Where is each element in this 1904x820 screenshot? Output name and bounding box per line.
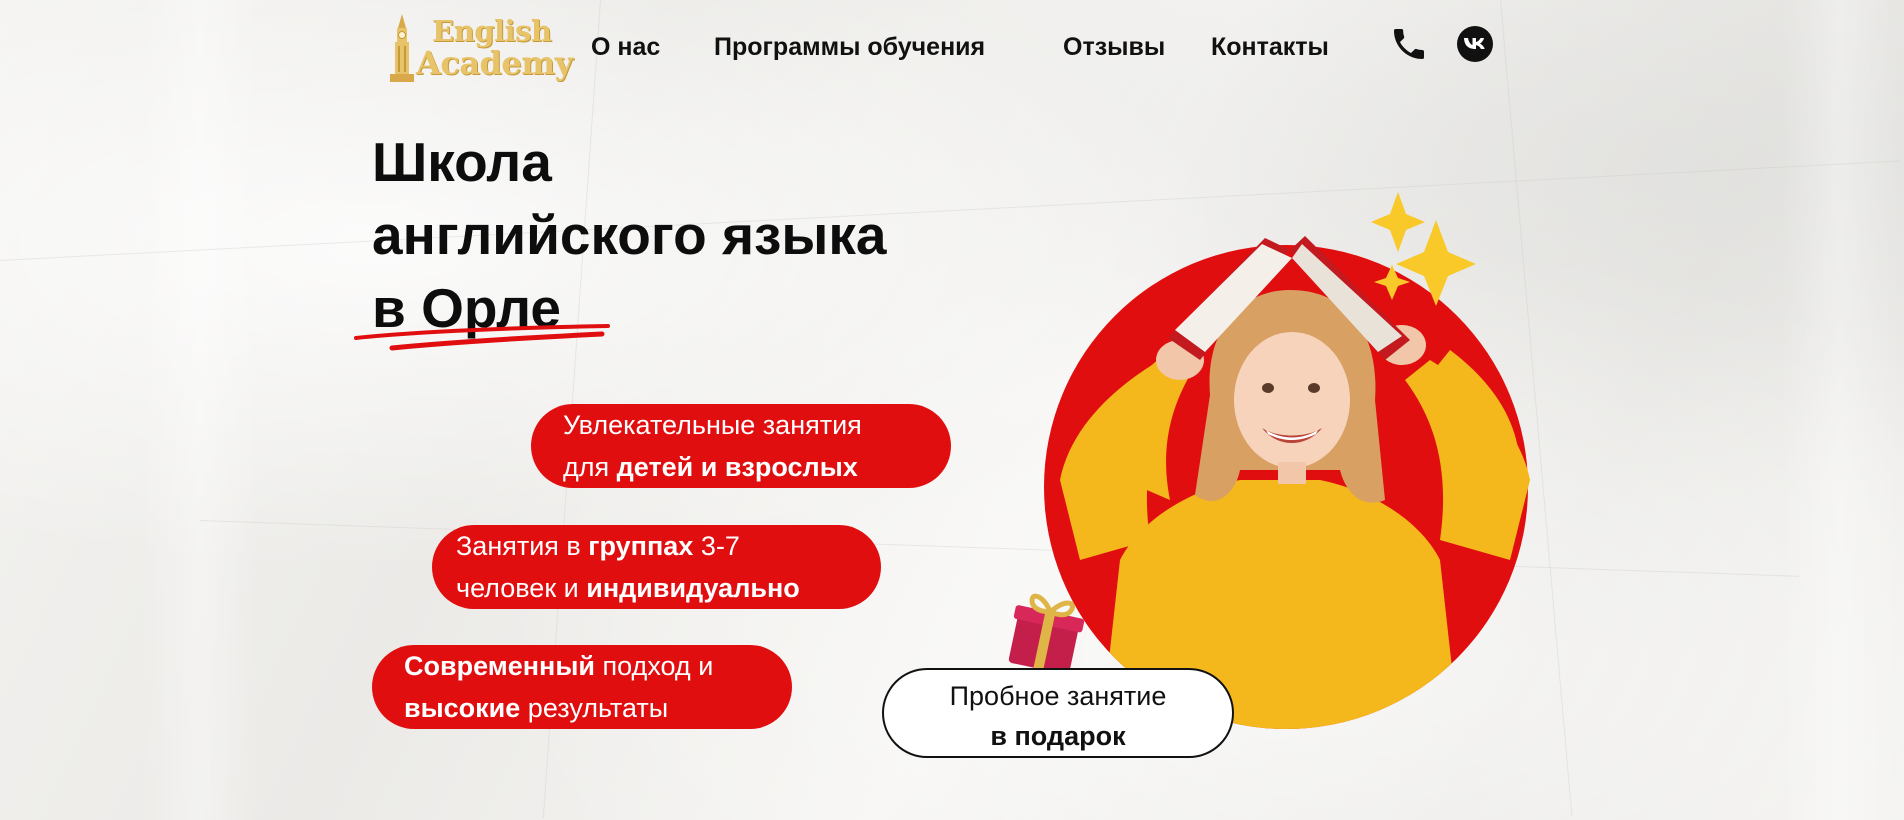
main-nav: О нас Программы обучения Отзывы Контакты xyxy=(0,30,1904,64)
title-line-1: Школа xyxy=(372,131,552,193)
feature-pill-2: Занятия в группах 3-7 человек и индивиду… xyxy=(432,525,881,609)
trial-line-2: в подарок xyxy=(990,721,1126,751)
feature-1-line-2: для детей и взрослых xyxy=(563,452,858,482)
feature-2-line-2: человек и индивидуально xyxy=(456,573,800,603)
title-underline xyxy=(354,324,610,351)
nav-programs[interactable]: Программы обучения xyxy=(714,30,985,64)
gift-icon xyxy=(1008,593,1085,675)
feature-pill-1: Увлекательные занятия для детей и взросл… xyxy=(531,404,951,488)
nav-about[interactable]: О нас xyxy=(591,30,660,64)
vk-icon xyxy=(1457,26,1493,62)
trial-line-1: Пробное занятие xyxy=(949,681,1167,711)
title-line-2: английского языка xyxy=(372,204,887,266)
feature-1-line-1: Увлекательные занятия xyxy=(563,410,862,440)
nav-contacts[interactable]: Контакты xyxy=(1211,30,1329,64)
feature-3-line-1: Современный подход и xyxy=(404,651,714,681)
feature-2-line-1: Занятия в группах 3-7 xyxy=(456,531,740,561)
feature-3-line-2: высокие результаты xyxy=(404,693,669,723)
phone-button[interactable] xyxy=(1389,24,1429,64)
feature-pill-3: Современный подход и высокие результаты xyxy=(372,645,792,729)
hero-photo xyxy=(1044,192,1530,729)
nav-reviews[interactable]: Отзывы xyxy=(1063,30,1165,64)
site-header: English Academy О нас Программы обучения… xyxy=(0,0,1904,95)
phone-icon xyxy=(1394,29,1424,59)
hero-title: Школа английского языка в Орле xyxy=(372,126,886,345)
vk-button[interactable] xyxy=(1455,24,1495,64)
trial-lesson-button[interactable]: Пробное занятие в подарок xyxy=(882,668,1234,758)
